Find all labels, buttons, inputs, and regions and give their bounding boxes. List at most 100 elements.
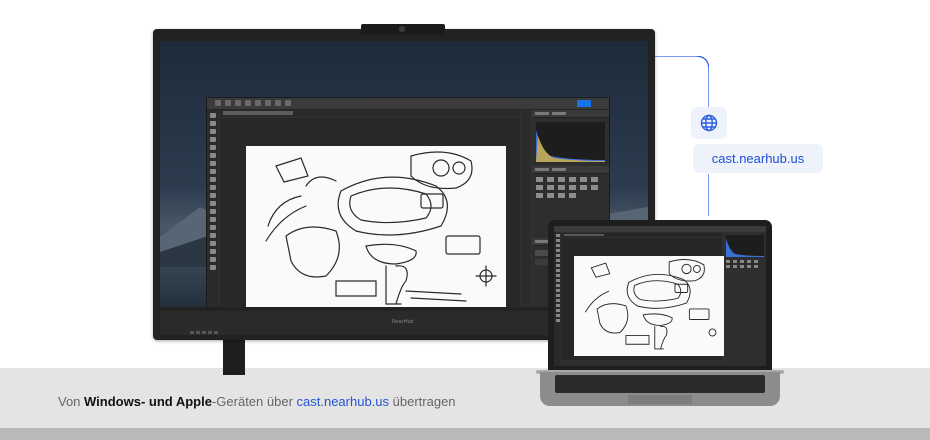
document-tab[interactable] [220,110,520,117]
vr-headset-sketch [265,151,497,305]
gradient-map-icon[interactable] [558,193,565,198]
share-button[interactable] [577,100,591,107]
blur-icon[interactable] [210,209,216,214]
adjustments-grid [536,177,605,198]
tab-layers[interactable] [535,240,549,243]
laptop-document-tab[interactable] [562,233,722,237]
threshold-icon[interactable] [547,193,554,198]
shape-icon[interactable] [210,249,216,254]
option-icon[interactable] [235,100,241,106]
stamp-icon[interactable] [210,177,216,182]
globe-icon [700,114,718,132]
tool-icon[interactable] [555,314,560,317]
mixer-icon[interactable] [569,185,576,190]
tool-icon[interactable] [555,259,560,262]
display-stand [223,340,245,375]
adjustments-tabs[interactable] [532,166,609,174]
tool-icon[interactable] [555,244,560,247]
floor-edge [0,428,930,440]
exposure-icon[interactable] [569,177,576,182]
laptop-document-title [564,234,604,236]
canvas-area[interactable] [220,118,520,307]
camera-lens [399,26,405,32]
option-icon[interactable] [275,100,281,106]
tool-icon[interactable] [555,269,560,272]
lasso-icon[interactable] [210,129,216,134]
vibrance-icon[interactable] [580,177,587,182]
tool-icon[interactable] [555,234,560,237]
caption-bold: Windows- und Apple [84,394,212,409]
bw-icon[interactable] [547,185,554,190]
tool-icon[interactable] [555,289,560,292]
laptop-keyboard [555,375,765,393]
eyedropper-icon[interactable] [210,153,216,158]
levels-icon[interactable] [547,177,554,182]
pen-icon[interactable] [210,225,216,230]
caption-suffix: übertragen [389,394,456,409]
tool-icon[interactable] [555,239,560,242]
option-icon[interactable] [255,100,261,106]
crop-icon[interactable] [210,145,216,150]
healing-icon[interactable] [210,161,216,166]
zoom-icon[interactable] [210,265,216,270]
tool-icon[interactable] [555,274,560,277]
option-icon[interactable] [285,100,291,106]
tool-icon[interactable] [555,284,560,287]
tool-icon[interactable] [555,319,560,322]
photo-filter-icon[interactable] [558,185,565,190]
laptop-canvas-area[interactable] [562,238,724,360]
move-tool-icon[interactable] [225,100,231,106]
dodge-icon[interactable] [210,217,216,222]
document-canvas[interactable] [246,146,506,307]
curves-icon[interactable] [558,177,565,182]
tool-icon[interactable] [555,264,560,267]
tab-histogram[interactable] [535,112,549,115]
display-indicator-lights [190,321,230,334]
laptop-document-canvas[interactable] [574,256,724,356]
tool-icon[interactable] [555,249,560,252]
option-icon[interactable] [245,100,251,106]
gradient-icon[interactable] [210,201,216,206]
option-icon[interactable] [265,100,271,106]
histogram-graph [536,130,605,162]
selective-color-icon[interactable] [569,193,576,198]
tool-icon[interactable] [555,299,560,302]
history-brush-icon[interactable] [210,185,216,190]
cast-url-chip[interactable]: cast.nearhub.us [693,144,823,173]
caption-link[interactable]: cast.nearhub.us [297,394,390,409]
document-tab-title [223,111,293,115]
histogram-panel [536,122,605,162]
hand-icon[interactable] [210,257,216,262]
path-select-icon[interactable] [210,241,216,246]
lookup-icon[interactable] [580,185,587,190]
marquee-icon[interactable] [210,121,216,126]
laptop-base [540,372,780,406]
invert-icon[interactable] [591,185,598,190]
brush-icon[interactable] [210,169,216,174]
laptop-screen [554,226,766,366]
home-icon[interactable] [215,100,221,106]
tool-icon[interactable] [555,304,560,307]
tab-navigator[interactable] [552,112,566,115]
options-bar [207,98,609,110]
tool-options [215,100,291,107]
eraser-icon[interactable] [210,193,216,198]
tab-libraries[interactable] [552,168,566,171]
posterize-icon[interactable] [536,193,543,198]
tool-icon[interactable] [555,309,560,312]
tool-icon[interactable] [555,254,560,257]
magic-wand-icon[interactable] [210,137,216,142]
tab-adjustments[interactable] [535,168,549,171]
move-icon[interactable] [210,113,216,118]
type-icon[interactable] [210,233,216,238]
hue-icon[interactable] [591,177,598,182]
tool-icon[interactable] [555,294,560,297]
caption: Von Windows- und Apple-Geräten über cast… [58,394,456,409]
caption-middle: -Geräten über [211,394,297,409]
balance-icon[interactable] [536,185,543,190]
brightness-icon[interactable] [536,177,543,182]
laptop-histogram-graph [726,239,764,257]
histogram-tabs[interactable] [532,110,609,118]
panel-icons-strip [521,110,531,307]
tool-icon[interactable] [555,279,560,282]
